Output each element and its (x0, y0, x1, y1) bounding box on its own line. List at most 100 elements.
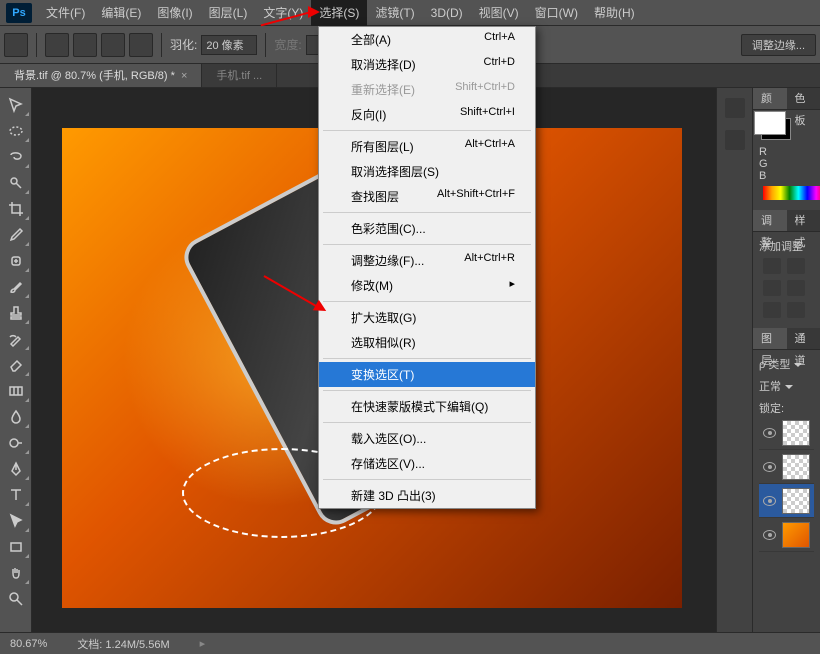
menu-item: 重新选择(E)Shift+Ctrl+D (319, 77, 535, 102)
menu-item[interactable]: 在快速蒙版模式下编辑(Q) (319, 394, 535, 419)
actions-panel-icon[interactable] (725, 130, 745, 150)
feather-label: 羽化: (170, 36, 197, 53)
menu-item[interactable]: 3D(D) (423, 0, 471, 26)
path-select-tool-icon[interactable] (2, 509, 30, 533)
g-label: G (759, 158, 768, 170)
vibrance-icon[interactable] (763, 302, 781, 318)
menu-item[interactable]: 取消选择图层(S) (319, 159, 535, 184)
swatch-tab[interactable]: 色板 (787, 88, 820, 109)
menu-item[interactable]: 查找图层Alt+Shift+Ctrl+F (319, 184, 535, 209)
hand-tool-icon[interactable] (2, 561, 30, 585)
menu-item[interactable]: 帮助(H) (586, 0, 643, 26)
rectangle-tool-icon[interactable] (2, 535, 30, 559)
healing-tool-icon[interactable] (2, 249, 30, 273)
new-selection-icon[interactable] (45, 33, 69, 57)
doc-size: 文档: 1.24M/5.56M (77, 636, 169, 652)
menu-item[interactable]: 图层(L) (201, 0, 256, 26)
quick-select-tool-icon[interactable] (2, 171, 30, 195)
menu-item[interactable]: 编辑(E) (93, 0, 149, 26)
menu-item[interactable]: 取消选择(D)Ctrl+D (319, 52, 535, 77)
close-icon[interactable]: × (181, 64, 187, 88)
hue-icon[interactable] (787, 302, 805, 318)
subtract-selection-icon[interactable] (101, 33, 125, 57)
history-panel-icon[interactable] (725, 98, 745, 118)
visibility-icon[interactable] (763, 496, 776, 506)
dodge-tool-icon[interactable] (2, 431, 30, 455)
marquee-tool-icon[interactable] (2, 119, 30, 143)
eyedropper-tool-icon[interactable] (2, 223, 30, 247)
layer-tab[interactable]: 图层 (753, 328, 787, 349)
refine-edge-button[interactable]: 调整边缘... (741, 34, 816, 56)
menu-item[interactable]: 窗口(W) (527, 0, 586, 26)
kind-filter[interactable]: ρ 类型 (759, 356, 814, 372)
menubar: Ps 文件(F)编辑(E)图像(I)图层(L)文字(Y)选择(S)滤镜(T)3D… (0, 0, 820, 26)
type-tool-icon[interactable] (2, 483, 30, 507)
tab-active[interactable]: 背景.tif @ 80.7% (手机, RGB/8) * × (0, 64, 202, 87)
layer-row[interactable] (759, 518, 814, 552)
move-tool-icon[interactable] (2, 93, 30, 117)
blend-mode[interactable]: 正常 (759, 378, 814, 394)
history-brush-tool-icon[interactable] (2, 327, 30, 351)
collapsed-panels (716, 88, 752, 632)
menu-item[interactable]: 变换选区(T) (319, 362, 535, 387)
color-ramp[interactable] (763, 186, 820, 200)
menu-separator (323, 358, 531, 359)
lasso-tool-icon[interactable] (2, 145, 30, 169)
brush-tool-icon[interactable] (2, 275, 30, 299)
annotation-arrow-1-head (308, 6, 320, 18)
menu-item[interactable]: 色彩范围(C)... (319, 216, 535, 241)
intersect-selection-icon[interactable] (129, 33, 153, 57)
menu-separator (323, 212, 531, 213)
visibility-icon[interactable] (763, 530, 776, 540)
zoom-level[interactable]: 80.67% (10, 638, 47, 650)
b-label: B (759, 170, 766, 182)
levels-icon[interactable] (787, 258, 805, 274)
layer-thumb (782, 420, 810, 446)
gradient-tool-icon[interactable] (2, 379, 30, 403)
blur-tool-icon[interactable] (2, 405, 30, 429)
brightness-icon[interactable] (763, 258, 781, 274)
visibility-icon[interactable] (763, 428, 776, 438)
visibility-icon[interactable] (763, 462, 776, 472)
menu-item[interactable]: 所有图层(L)Alt+Ctrl+A (319, 134, 535, 159)
status-bar: 80.67% 文档: 1.24M/5.56M ▸ (0, 632, 820, 654)
layer-row[interactable] (759, 416, 814, 450)
menu-item[interactable]: 载入选区(O)... (319, 426, 535, 451)
adjust-tab[interactable]: 调整 (753, 210, 787, 231)
menu-separator (323, 301, 531, 302)
menu-item[interactable]: 选取相似(R) (319, 330, 535, 355)
curves-icon[interactable] (763, 280, 781, 296)
feather-input[interactable] (201, 35, 257, 55)
add-selection-icon[interactable] (73, 33, 97, 57)
channel-tab[interactable]: 通道 (787, 328, 820, 349)
menu-item[interactable]: 修改(M)▸ (319, 273, 535, 298)
layer-row[interactable] (759, 484, 814, 518)
select-menu-dropdown: 全部(A)Ctrl+A取消选择(D)Ctrl+D重新选择(E)Shift+Ctr… (318, 26, 536, 509)
menu-item[interactable]: 视图(V) (471, 0, 527, 26)
crop-tool-icon[interactable] (2, 197, 30, 221)
menu-item[interactable]: 新建 3D 凸出(3) (319, 483, 535, 508)
menu-separator (323, 130, 531, 131)
style-tab[interactable]: 样式 (787, 210, 820, 231)
menu-item[interactable]: 滤镜(T) (367, 0, 422, 26)
tools-panel (0, 88, 32, 632)
menu-item[interactable]: 图像(I) (149, 0, 200, 26)
menu-item[interactable]: 扩大选取(G) (319, 305, 535, 330)
menu-item[interactable]: 全部(A)Ctrl+A (319, 27, 535, 52)
pen-tool-icon[interactable] (2, 457, 30, 481)
menu-item[interactable]: 存储选区(V)... (319, 451, 535, 476)
foreground-background-swatch[interactable] (761, 118, 791, 140)
menu-item[interactable]: 调整边缘(F)...Alt+Ctrl+R (319, 248, 535, 273)
stamp-tool-icon[interactable] (2, 301, 30, 325)
eraser-tool-icon[interactable] (2, 353, 30, 377)
tab-label: 背景.tif @ 80.7% (手机, RGB/8) * (14, 64, 175, 88)
tool-preset-icon[interactable] (4, 33, 28, 57)
zoom-tool-icon[interactable] (2, 587, 30, 611)
tab-inactive[interactable]: 手机.tif ... (202, 64, 277, 87)
menu-item[interactable]: 反向(I)Shift+Ctrl+I (319, 102, 535, 127)
exposure-icon[interactable] (787, 280, 805, 296)
layer-row[interactable] (759, 450, 814, 484)
layer-thumb (782, 488, 810, 514)
color-tab[interactable]: 颜色 (753, 88, 787, 109)
menu-item[interactable]: 文件(F) (38, 0, 93, 26)
